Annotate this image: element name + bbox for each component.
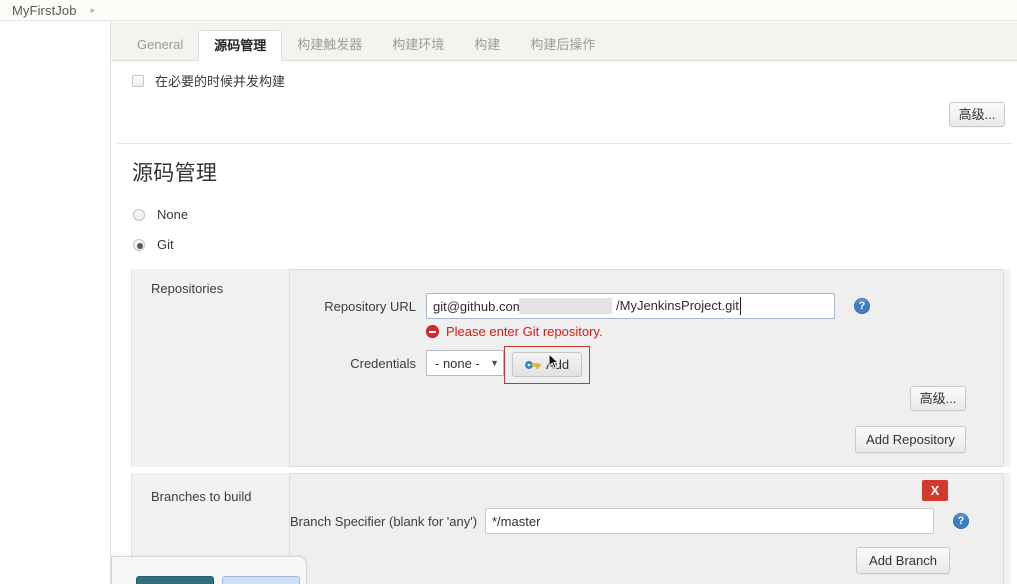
jenkins-job-config-screen: MyFirstJob ▸ General 源码管理 构建触发器 构建环境 构建 … bbox=[0, 0, 1017, 584]
branch-specifier-input[interactable] bbox=[485, 508, 934, 534]
radio-none-label: None bbox=[157, 207, 189, 222]
radio-git[interactable] bbox=[133, 238, 145, 251]
repositories-section-label: Repositories bbox=[151, 281, 224, 296]
repository-url-label: Repository URL bbox=[324, 298, 416, 314]
section-divider bbox=[117, 143, 1012, 144]
tab-build-environment[interactable]: 构建环境 bbox=[377, 30, 459, 60]
repositories-panel: Repository URL /MyJenkinsProject.git ? P… bbox=[289, 269, 1004, 467]
general-advanced-button[interactable]: 高级... bbox=[949, 102, 1005, 127]
scm-option-git[interactable]: Git bbox=[133, 237, 174, 252]
repository-url-suffix: /MyJenkinsProject.git bbox=[616, 298, 739, 313]
config-tab-bar: General 源码管理 构建触发器 构建环境 构建 构建后操作 bbox=[111, 22, 1017, 61]
key-icon bbox=[525, 359, 541, 371]
branch-specifier-help-icon[interactable]: ? bbox=[953, 513, 969, 529]
repository-url-row: Repository URL /MyJenkinsProject.git ? bbox=[290, 293, 1005, 319]
chevron-down-icon: ▼ bbox=[490, 358, 499, 368]
branch-specifier-row: Branch Specifier (blank for 'any') ? bbox=[290, 508, 1005, 534]
tab-source-code-management[interactable]: 源码管理 bbox=[198, 30, 283, 61]
credentials-row: Credentials - none - ▼ bbox=[290, 350, 504, 376]
breadcrumb: MyFirstJob ▸ bbox=[0, 0, 1017, 21]
branches-panel: X Branch Specifier (blank for 'any') ? A… bbox=[289, 473, 1004, 584]
repository-advanced-button[interactable]: 高级... bbox=[910, 386, 966, 411]
config-pane: 在必要的时候并发构建 高级... 源码管理 None Git Repositor… bbox=[111, 61, 1017, 584]
triangle-right-icon[interactable]: ▸ bbox=[91, 5, 96, 15]
repository-url-error-text: Please enter Git repository. bbox=[446, 324, 603, 339]
breadcrumb-job-link[interactable]: MyFirstJob bbox=[12, 3, 77, 18]
credentials-selected-value: - none - bbox=[435, 355, 480, 371]
credentials-select[interactable]: - none - ▼ bbox=[426, 350, 504, 376]
redacted-region bbox=[519, 298, 612, 314]
repository-url-error: Please enter Git repository. bbox=[426, 324, 603, 339]
tab-build-triggers[interactable]: 构建触发器 bbox=[282, 30, 377, 60]
error-circle-icon bbox=[426, 325, 439, 338]
repository-url-help-icon[interactable]: ? bbox=[854, 298, 870, 314]
floating-save-bar bbox=[111, 556, 307, 584]
text-caret bbox=[740, 297, 741, 315]
scm-option-none[interactable]: None bbox=[133, 207, 188, 222]
concurrent-build-row[interactable]: 在必要的时候并发构建 bbox=[132, 71, 285, 90]
add-branch-button[interactable]: Add Branch bbox=[856, 547, 950, 574]
page-title: 源码管理 bbox=[132, 162, 218, 185]
apply-button[interactable] bbox=[222, 576, 300, 584]
branch-specifier-label: Branch Specifier (blank for 'any') bbox=[290, 513, 478, 529]
concurrent-build-checkbox[interactable] bbox=[132, 74, 144, 87]
add-credentials-label: Add bbox=[546, 357, 570, 372]
radio-git-label: Git bbox=[157, 237, 174, 252]
add-credentials-highlight: Add bbox=[504, 346, 591, 384]
branches-section-label: Branches to build bbox=[151, 489, 252, 504]
add-repository-button[interactable]: Add Repository bbox=[855, 426, 966, 453]
tab-general[interactable]: General bbox=[122, 30, 198, 60]
radio-none[interactable] bbox=[133, 208, 145, 221]
left-gutter bbox=[0, 21, 110, 584]
tab-build[interactable]: 构建 bbox=[459, 30, 515, 60]
add-credentials-button[interactable]: Add bbox=[512, 352, 583, 377]
save-button[interactable] bbox=[136, 576, 214, 584]
tab-post-build-actions[interactable]: 构建后操作 bbox=[515, 30, 610, 60]
credentials-label: Credentials bbox=[350, 355, 416, 371]
delete-branch-button[interactable]: X bbox=[922, 480, 948, 501]
concurrent-build-label: 在必要的时候并发构建 bbox=[155, 74, 286, 89]
